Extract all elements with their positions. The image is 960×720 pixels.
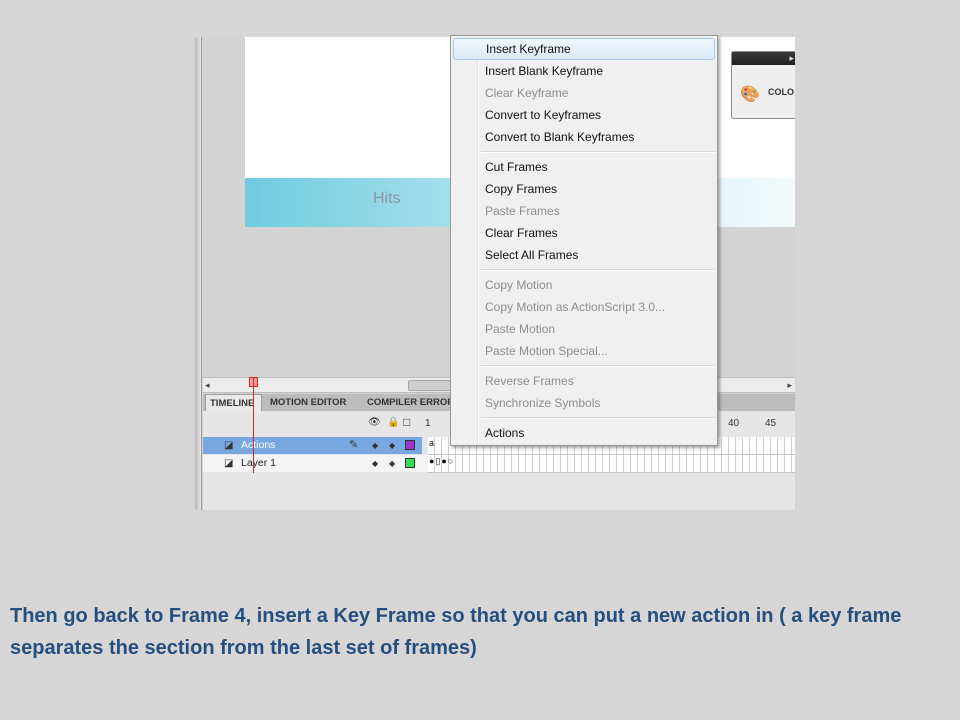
layer-icon: ◪ bbox=[224, 440, 234, 451]
menu-separator bbox=[481, 365, 715, 367]
menu-item-reverse-frames: Reverse Frames bbox=[485, 374, 574, 388]
visibility-dot[interactable]: ◆ bbox=[372, 459, 378, 468]
color-panel[interactable]: ▸ 🎨 COLO bbox=[731, 51, 795, 119]
tab-motion-editor[interactable]: MOTION EDITOR bbox=[266, 394, 358, 411]
menu-item-copy-frames[interactable]: Copy Frames bbox=[453, 178, 715, 200]
layer-row-layer-1[interactable]: ◪ Layer 1 ◆ ◆ ●▯●○ bbox=[203, 455, 795, 473]
pencil-icon: ✎ bbox=[349, 439, 359, 451]
layer-icon: ◪ bbox=[224, 458, 234, 469]
menu-item-paste-frames: Paste Frames bbox=[485, 204, 560, 218]
visibility-dot[interactable]: ◆ bbox=[372, 441, 378, 450]
menu-item-insert-keyframe[interactable]: Insert Keyframe bbox=[453, 38, 715, 60]
eye-icon[interactable]: 👁 bbox=[368, 417, 381, 428]
layer-info[interactable]: ◪ Actions ✎ ◆ ◆ bbox=[203, 437, 422, 454]
menu-item-synchronize-symbols: Synchronize Symbols bbox=[485, 396, 601, 410]
menu-item-copy-motion-as-actionscript-3-0: Copy Motion as ActionScript 3.0... bbox=[485, 300, 666, 314]
panel-expand-icon[interactable]: ▸ bbox=[789, 52, 794, 65]
layer-frames[interactable]: ●▯●○ bbox=[428, 455, 795, 473]
playhead[interactable] bbox=[253, 377, 254, 473]
layer-name[interactable]: Actions bbox=[241, 439, 275, 451]
lock-dot[interactable]: ◆ bbox=[389, 441, 395, 450]
lock-icon[interactable]: 🔒 bbox=[387, 417, 399, 428]
layer-color-swatch[interactable] bbox=[405, 458, 415, 468]
frame-number: 40 bbox=[728, 418, 740, 429]
menu-item-cut-frames[interactable]: Cut Frames bbox=[453, 156, 715, 178]
menu-item-actions[interactable]: Actions bbox=[453, 422, 715, 444]
layer-color-swatch[interactable] bbox=[405, 440, 415, 450]
frame-context-menu: Insert Keyframe Insert Blank Keyframe Clea… bbox=[450, 35, 718, 446]
menu-separator bbox=[481, 269, 715, 271]
menu-item-convert-to-blank-keyframes[interactable]: Convert to Blank Keyframes bbox=[453, 126, 715, 148]
menu-item-copy-motion: Copy Motion bbox=[485, 278, 553, 292]
layer-info[interactable]: ◪ Layer 1 ◆ ◆ bbox=[203, 455, 422, 472]
outline-icon[interactable]: □ bbox=[403, 415, 410, 429]
scroll-right-icon[interactable]: ▸ bbox=[787, 378, 792, 392]
menu-item-clear-frames[interactable]: Clear Frames bbox=[453, 222, 715, 244]
palette-icon: 🎨 bbox=[740, 86, 760, 103]
color-panel-header[interactable]: ▸ bbox=[732, 52, 795, 65]
keyframe-icon[interactable]: a bbox=[429, 438, 434, 448]
frame-number: 45 bbox=[765, 418, 777, 429]
left-panel-edge bbox=[195, 37, 202, 510]
menu-item-convert-to-keyframes[interactable]: Convert to Keyframes bbox=[453, 104, 715, 126]
lock-dot[interactable]: ◆ bbox=[389, 459, 395, 468]
menu-separator bbox=[481, 151, 715, 153]
layer-name[interactable]: Layer 1 bbox=[241, 457, 276, 469]
color-panel-label: COLO bbox=[768, 87, 794, 97]
menu-item-insert-blank-keyframe[interactable]: Insert Blank Keyframe bbox=[453, 60, 715, 82]
menu-item-select-all-frames[interactable]: Select All Frames bbox=[453, 244, 715, 266]
instruction-caption: Then go back to Frame 4, insert a Key Fr… bbox=[10, 605, 902, 659]
menu-item-paste-motion: Paste Motion bbox=[485, 322, 556, 336]
scroll-left-icon[interactable]: ◂ bbox=[205, 378, 210, 392]
menu-item-clear-keyframe: Clear Keyframe bbox=[485, 86, 569, 100]
tab-compiler-errors[interactable]: COMPILER ERROR bbox=[363, 394, 463, 411]
keyframe-icon[interactable]: ●▯●○ bbox=[429, 456, 454, 467]
menu-separator bbox=[481, 417, 715, 419]
frame-number: 1 bbox=[425, 418, 431, 429]
menu-item-paste-motion-special: Paste Motion Special... bbox=[485, 344, 608, 358]
banner-text: Hits bbox=[373, 190, 401, 207]
